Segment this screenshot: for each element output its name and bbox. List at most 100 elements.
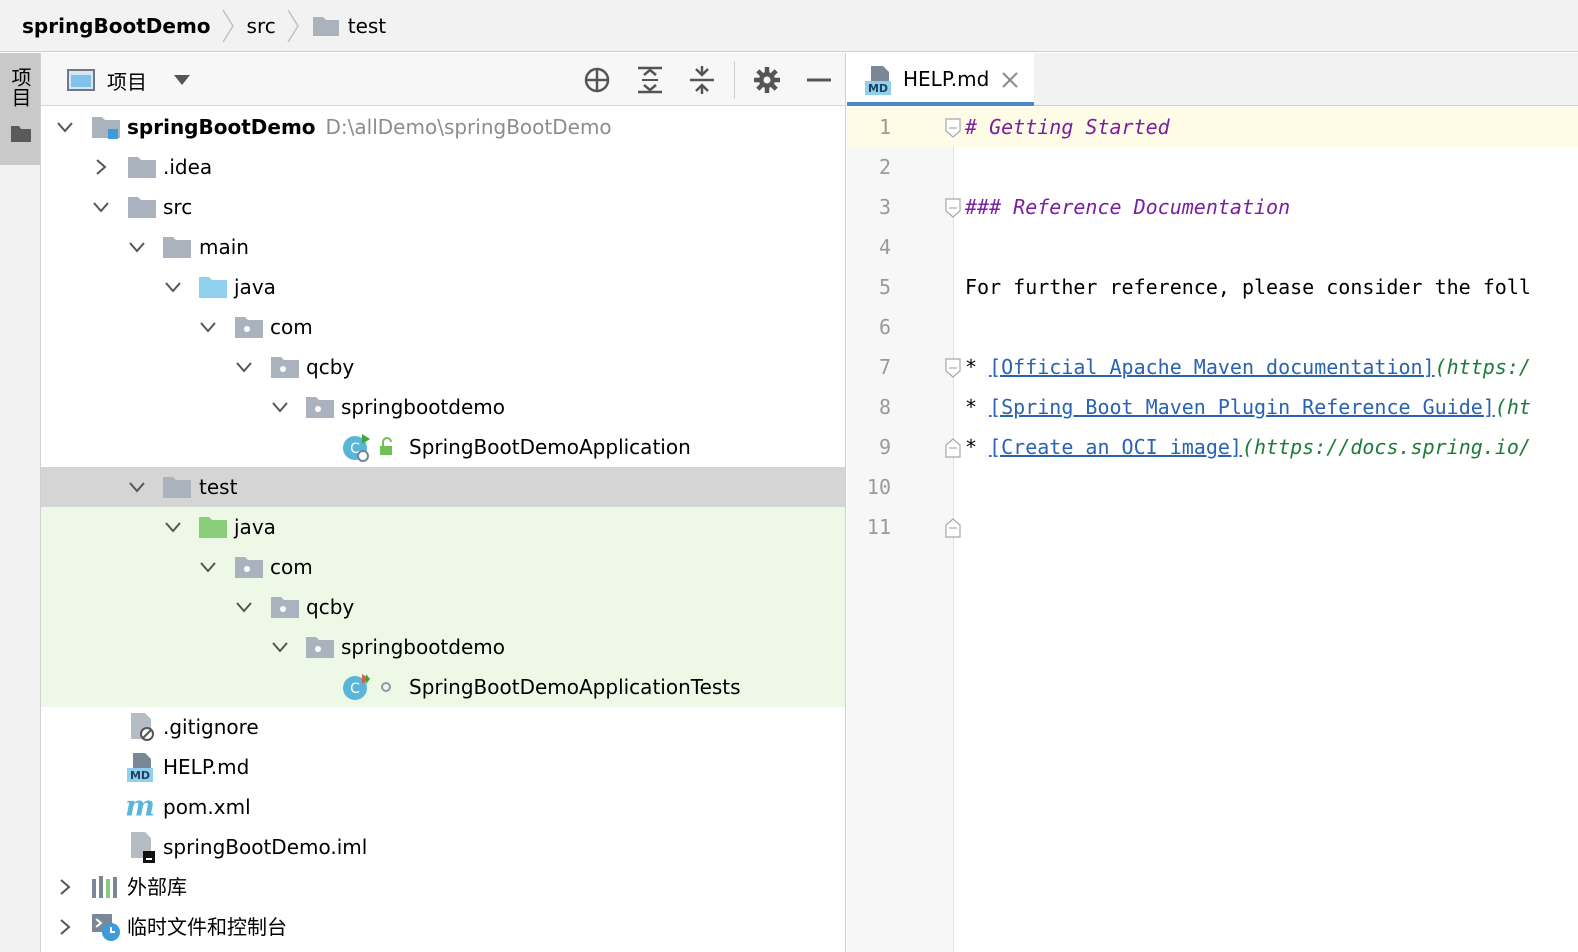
hide-panel-button[interactable]	[803, 64, 835, 96]
tree-label: springbootdemo	[341, 395, 505, 419]
tree-item-main[interactable]: main	[41, 227, 845, 267]
folder-icon	[163, 477, 191, 498]
code-line[interactable]: 11	[847, 507, 1578, 547]
minimize-icon	[807, 78, 831, 82]
list-bullet: *	[965, 395, 990, 419]
code-line[interactable]: 4	[847, 227, 1578, 267]
view-selector-dropdown[interactable]: 项目	[67, 66, 191, 94]
tree-item-help-md[interactable]: MD HELP.md	[41, 747, 845, 787]
tree-item-scratches[interactable]: 临时文件和控制台	[41, 907, 845, 947]
fold-marker-icon[interactable]	[945, 518, 961, 538]
project-panel-header: 项目	[41, 53, 845, 106]
tree-item-pom-xml[interactable]: m pom.xml	[41, 787, 845, 827]
tree-label: qcby	[306, 355, 355, 379]
tree-item-src[interactable]: src	[41, 187, 845, 227]
code-line[interactable]: 9 * [Create an OCI image](https://docs.sp…	[847, 427, 1578, 467]
folder-icon	[128, 197, 156, 218]
code-text: # Getting Started	[965, 115, 1170, 139]
markdown-url: (https://docs.spring.io/	[1241, 435, 1531, 459]
svg-text:MD: MD	[130, 769, 150, 782]
tree-item-main-qcby[interactable]: qcby	[41, 347, 845, 387]
fold-marker-icon[interactable]	[945, 358, 961, 378]
navigation-breadcrumb: springBootDemo src test	[0, 0, 1578, 52]
chevron-down-icon	[200, 322, 216, 333]
fold-marker-icon[interactable]	[945, 118, 961, 138]
tree-item-test[interactable]: test	[41, 467, 845, 507]
fold-marker-icon[interactable]	[945, 438, 961, 458]
project-tool-window-button[interactable]: 项目	[0, 53, 40, 165]
close-icon[interactable]	[1001, 71, 1019, 89]
code-line[interactable]: 2	[847, 147, 1578, 187]
tree-label: src	[163, 195, 193, 219]
locate-file-button[interactable]	[581, 64, 613, 96]
breadcrumb-item-src[interactable]: src	[247, 0, 276, 51]
chevron-down-icon	[272, 642, 288, 653]
markdown-link[interactable]: [Spring Boot Maven Plugin Reference Guid…	[989, 395, 1495, 419]
line-number: 7	[878, 355, 891, 379]
code-line[interactable]: 1 # Getting Started	[847, 107, 1578, 147]
line-number: 3	[878, 195, 891, 219]
code-line[interactable]: 8 * [Spring Boot Maven Plugin Reference G…	[847, 387, 1578, 427]
breadcrumb-item-project[interactable]: springBootDemo	[22, 0, 211, 51]
editor-panel: MD HELP.md 1 # Getting Started 2 3 ### Refer…	[847, 53, 1578, 952]
tree-item-main-com[interactable]: com	[41, 307, 845, 347]
code-line[interactable]: 3 ### Reference Documentation	[847, 187, 1578, 227]
tree-label: SpringBootDemoApplicationTests	[409, 675, 741, 699]
tree-item-test-java[interactable]: java	[41, 507, 845, 547]
lock-icon	[380, 437, 392, 455]
left-tool-strip: 项目	[0, 53, 41, 952]
tree-item-external-libraries[interactable]: 外部库	[41, 867, 845, 907]
tree-label: springBootDemo D:\allDemo\springBootDemo	[127, 115, 612, 139]
tree-item-test-qcby[interactable]: qcby	[41, 587, 845, 627]
expand-all-button[interactable]	[634, 64, 666, 96]
editor-tab-bar: MD HELP.md	[847, 53, 1578, 106]
svg-text:C: C	[350, 681, 360, 697]
breadcrumb-item-test[interactable]: test	[348, 0, 386, 51]
code-line[interactable]: 7 * [Official Apache Maven documentation]…	[847, 347, 1578, 387]
project-path: D:\allDemo\springBootDemo	[325, 115, 612, 139]
code-text: * [Create an OCI image](https://docs.spr…	[965, 435, 1531, 459]
tab-label: HELP.md	[903, 67, 990, 91]
tree-item-gitignore[interactable]: .gitignore	[41, 707, 845, 747]
view-selector-label: 项目	[107, 69, 147, 94]
markdown-link[interactable]: [Official Apache Maven documentation]	[989, 355, 1435, 379]
test-class-icon: C	[343, 674, 370, 700]
collapse-all-button[interactable]	[686, 64, 718, 96]
collapse-all-icon	[690, 66, 714, 94]
tree-label: test	[199, 475, 238, 499]
code-line[interactable]: 6	[847, 307, 1578, 347]
tree-item-iml[interactable]: springBootDemo.iml	[41, 827, 845, 867]
markdown-file-icon: MD	[865, 66, 891, 95]
line-number: 9	[878, 435, 891, 459]
settings-button[interactable]	[751, 64, 783, 96]
code-line[interactable]: 5 For further reference, please consider …	[847, 267, 1578, 307]
tree-item-main-java[interactable]: java	[41, 267, 845, 307]
line-number: 8	[878, 395, 891, 419]
package-icon	[306, 637, 334, 658]
project-panel: 项目 springBootDemo D:\allDemo\springBootDe…	[41, 53, 846, 952]
module-folder-icon	[92, 117, 120, 139]
chevron-right-icon	[221, 9, 234, 42]
code-text: ### Reference Documentation	[965, 195, 1290, 219]
tree-item-test-class[interactable]: C SpringBootDemoApplicationTests	[41, 667, 845, 707]
tree-label: main	[199, 235, 249, 259]
ignore-file-icon	[131, 713, 154, 741]
package-icon	[306, 397, 334, 418]
code-line[interactable]: 10	[847, 467, 1578, 507]
tree-item-project-root[interactable]: springBootDemo D:\allDemo\springBootDemo	[41, 107, 845, 147]
package-icon	[271, 357, 299, 378]
tree-item-test-package[interactable]: springbootdemo	[41, 627, 845, 667]
test-source-folder-icon	[199, 517, 227, 538]
folder-icon	[312, 16, 339, 36]
markdown-link[interactable]: [Create an OCI image]	[989, 435, 1242, 459]
tree-item-main-package[interactable]: springbootdemo	[41, 387, 845, 427]
tree-item-test-com[interactable]: com	[41, 547, 845, 587]
tab-help-md[interactable]: MD HELP.md	[847, 53, 1034, 106]
list-bullet: *	[965, 435, 990, 459]
list-bullet: *	[965, 355, 990, 379]
fold-marker-icon[interactable]	[945, 198, 961, 218]
chevron-down-icon	[272, 402, 288, 413]
tree-item-main-class[interactable]: C SpringBootDemoApplication	[41, 427, 845, 467]
tree-item-idea[interactable]: .idea	[41, 147, 845, 187]
locate-icon	[584, 67, 610, 93]
